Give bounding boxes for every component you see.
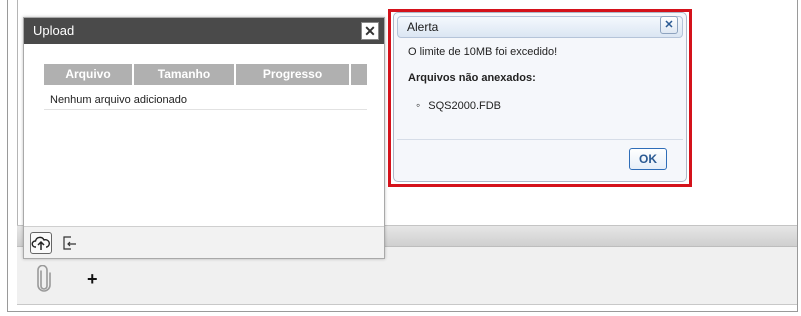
upload-button[interactable] xyxy=(30,232,52,254)
column-header-arquivo[interactable]: Arquivo xyxy=(44,64,134,85)
column-header-extra xyxy=(351,64,367,85)
table-divider xyxy=(44,109,367,110)
upload-close-button[interactable]: ✕ xyxy=(361,22,379,40)
files-empty-message: Nenhum arquivo adicionado xyxy=(50,94,187,106)
frame-divider xyxy=(17,0,18,225)
alert-dialog-title: Alerta xyxy=(397,16,683,38)
screen: + Upload ✕ Arquivo Tamanho Progresso Nen… xyxy=(0,0,801,316)
upload-toolbar xyxy=(24,226,384,258)
paperclip-icon[interactable] xyxy=(36,265,52,293)
ok-button[interactable]: OK xyxy=(629,148,667,170)
exit-icon[interactable] xyxy=(62,235,78,251)
upload-dialog: Upload ✕ Arquivo Tamanho Progresso Nenhu… xyxy=(23,17,385,259)
not-attached-files-list: SQS2000.FDB xyxy=(416,98,501,112)
list-item: SQS2000.FDB xyxy=(416,98,501,112)
alert-close-button[interactable]: ✕ xyxy=(660,16,678,34)
files-table-header: Arquivo Tamanho Progresso xyxy=(44,64,367,85)
alert-dialog: Alerta ✕ O limite de 10MB foi excedido! … xyxy=(393,12,687,182)
upload-dialog-title: Upload xyxy=(24,18,384,44)
alert-divider xyxy=(397,139,683,140)
column-header-tamanho[interactable]: Tamanho xyxy=(134,64,236,85)
alert-subtitle: Arquivos não anexados: xyxy=(408,72,536,84)
column-header-progresso[interactable]: Progresso xyxy=(236,64,351,85)
cloud-upload-icon xyxy=(31,236,50,250)
add-button[interactable]: + xyxy=(87,270,98,288)
alert-message: O limite de 10MB foi excedido! xyxy=(408,46,558,58)
